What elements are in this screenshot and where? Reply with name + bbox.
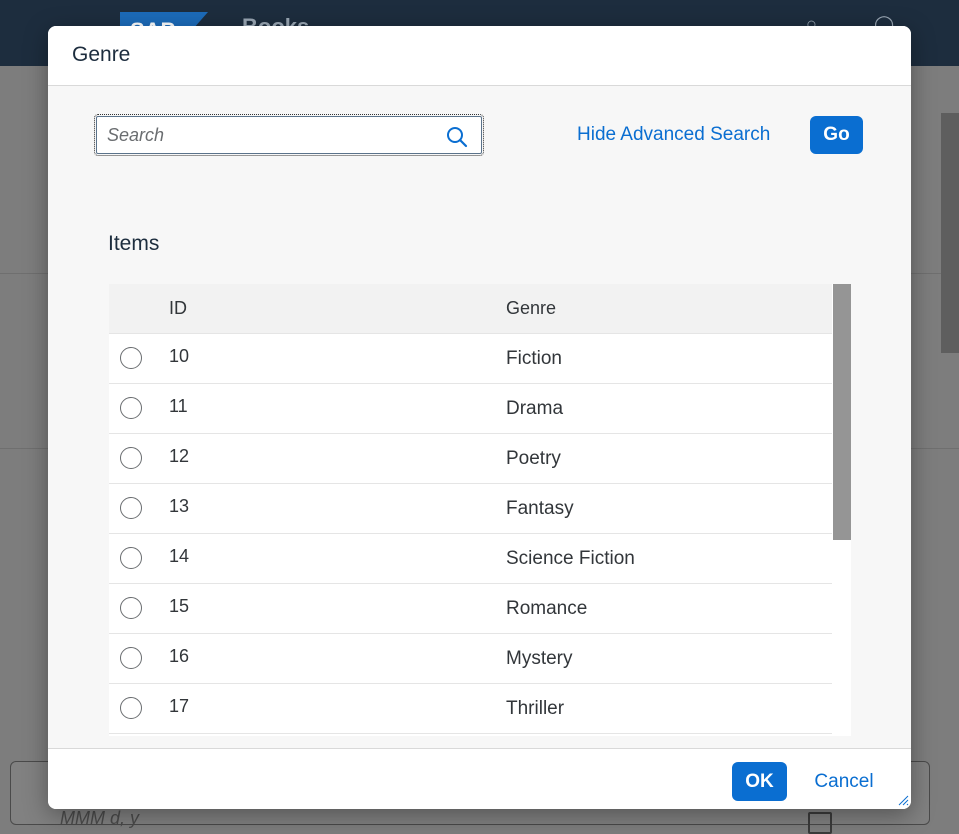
dialog-title: Genre: [72, 43, 131, 66]
row-radio[interactable]: [120, 397, 142, 419]
row-radio[interactable]: [120, 647, 142, 669]
search-input[interactable]: [105, 121, 429, 149]
table-row[interactable]: 10 Fiction: [109, 334, 832, 384]
table-row[interactable]: 14 Science Fiction: [109, 534, 832, 584]
table-row[interactable]: 16 Mystery: [109, 634, 832, 684]
cell-genre: Romance: [506, 598, 588, 619]
cell-id: 13: [169, 496, 190, 516]
table-header: ID Genre: [109, 284, 832, 334]
row-radio[interactable]: [120, 347, 142, 369]
genre-dialog: Genre Hide Advanced Search Go Items ID G…: [48, 26, 911, 809]
date-placeholder: MMM d, y: [60, 808, 139, 828]
row-radio[interactable]: [120, 697, 142, 719]
column-header-genre: Genre: [506, 298, 557, 318]
page-scrollbar: [941, 113, 959, 353]
items-table: ID Genre 10 Fiction 11 Drama 12 Poetry 1…: [109, 284, 851, 736]
resize-handle-icon[interactable]: [897, 794, 909, 806]
cell-id: 12: [169, 446, 190, 466]
cell-genre: Poetry: [506, 448, 561, 469]
table-row[interactable]: 12 Poetry: [109, 434, 832, 484]
cell-id: 10: [169, 346, 190, 366]
cell-id: 15: [169, 596, 190, 616]
cancel-button[interactable]: Cancel: [802, 762, 886, 801]
cell-genre: Science Fiction: [506, 548, 635, 569]
cell-genre: Drama: [506, 398, 564, 419]
search-field[interactable]: [94, 114, 484, 156]
cell-genre: Mystery: [506, 648, 573, 669]
cell-genre: Thriller: [506, 698, 565, 719]
table-row[interactable]: 11 Drama: [109, 384, 832, 434]
row-radio[interactable]: [120, 547, 142, 569]
items-title: Items: [108, 232, 160, 255]
cell-id: 11: [169, 396, 188, 416]
cell-id: 17: [169, 696, 190, 716]
table-row[interactable]: 15 Romance: [109, 584, 832, 634]
cell-genre: Fantasy: [506, 498, 574, 519]
ok-button[interactable]: OK: [732, 762, 787, 801]
calendar-icon: [808, 812, 832, 834]
row-radio[interactable]: [120, 497, 142, 519]
dialog-footer: OK Cancel: [48, 748, 911, 809]
cell-id: 14: [169, 546, 190, 566]
dialog-header: Genre: [48, 26, 911, 86]
go-button[interactable]: Go: [810, 116, 863, 154]
hide-advanced-search-link[interactable]: Hide Advanced Search: [577, 124, 770, 146]
row-radio[interactable]: [120, 447, 142, 469]
table-row[interactable]: 13 Fantasy: [109, 484, 832, 534]
table-scrollbar-thumb[interactable]: [833, 284, 851, 540]
search-icon[interactable]: [445, 125, 469, 149]
column-header-id: ID: [169, 298, 187, 318]
cell-id: 16: [169, 646, 190, 666]
row-radio[interactable]: [120, 597, 142, 619]
table-row[interactable]: 17 Thriller: [109, 684, 832, 734]
cell-genre: Fiction: [506, 348, 562, 369]
